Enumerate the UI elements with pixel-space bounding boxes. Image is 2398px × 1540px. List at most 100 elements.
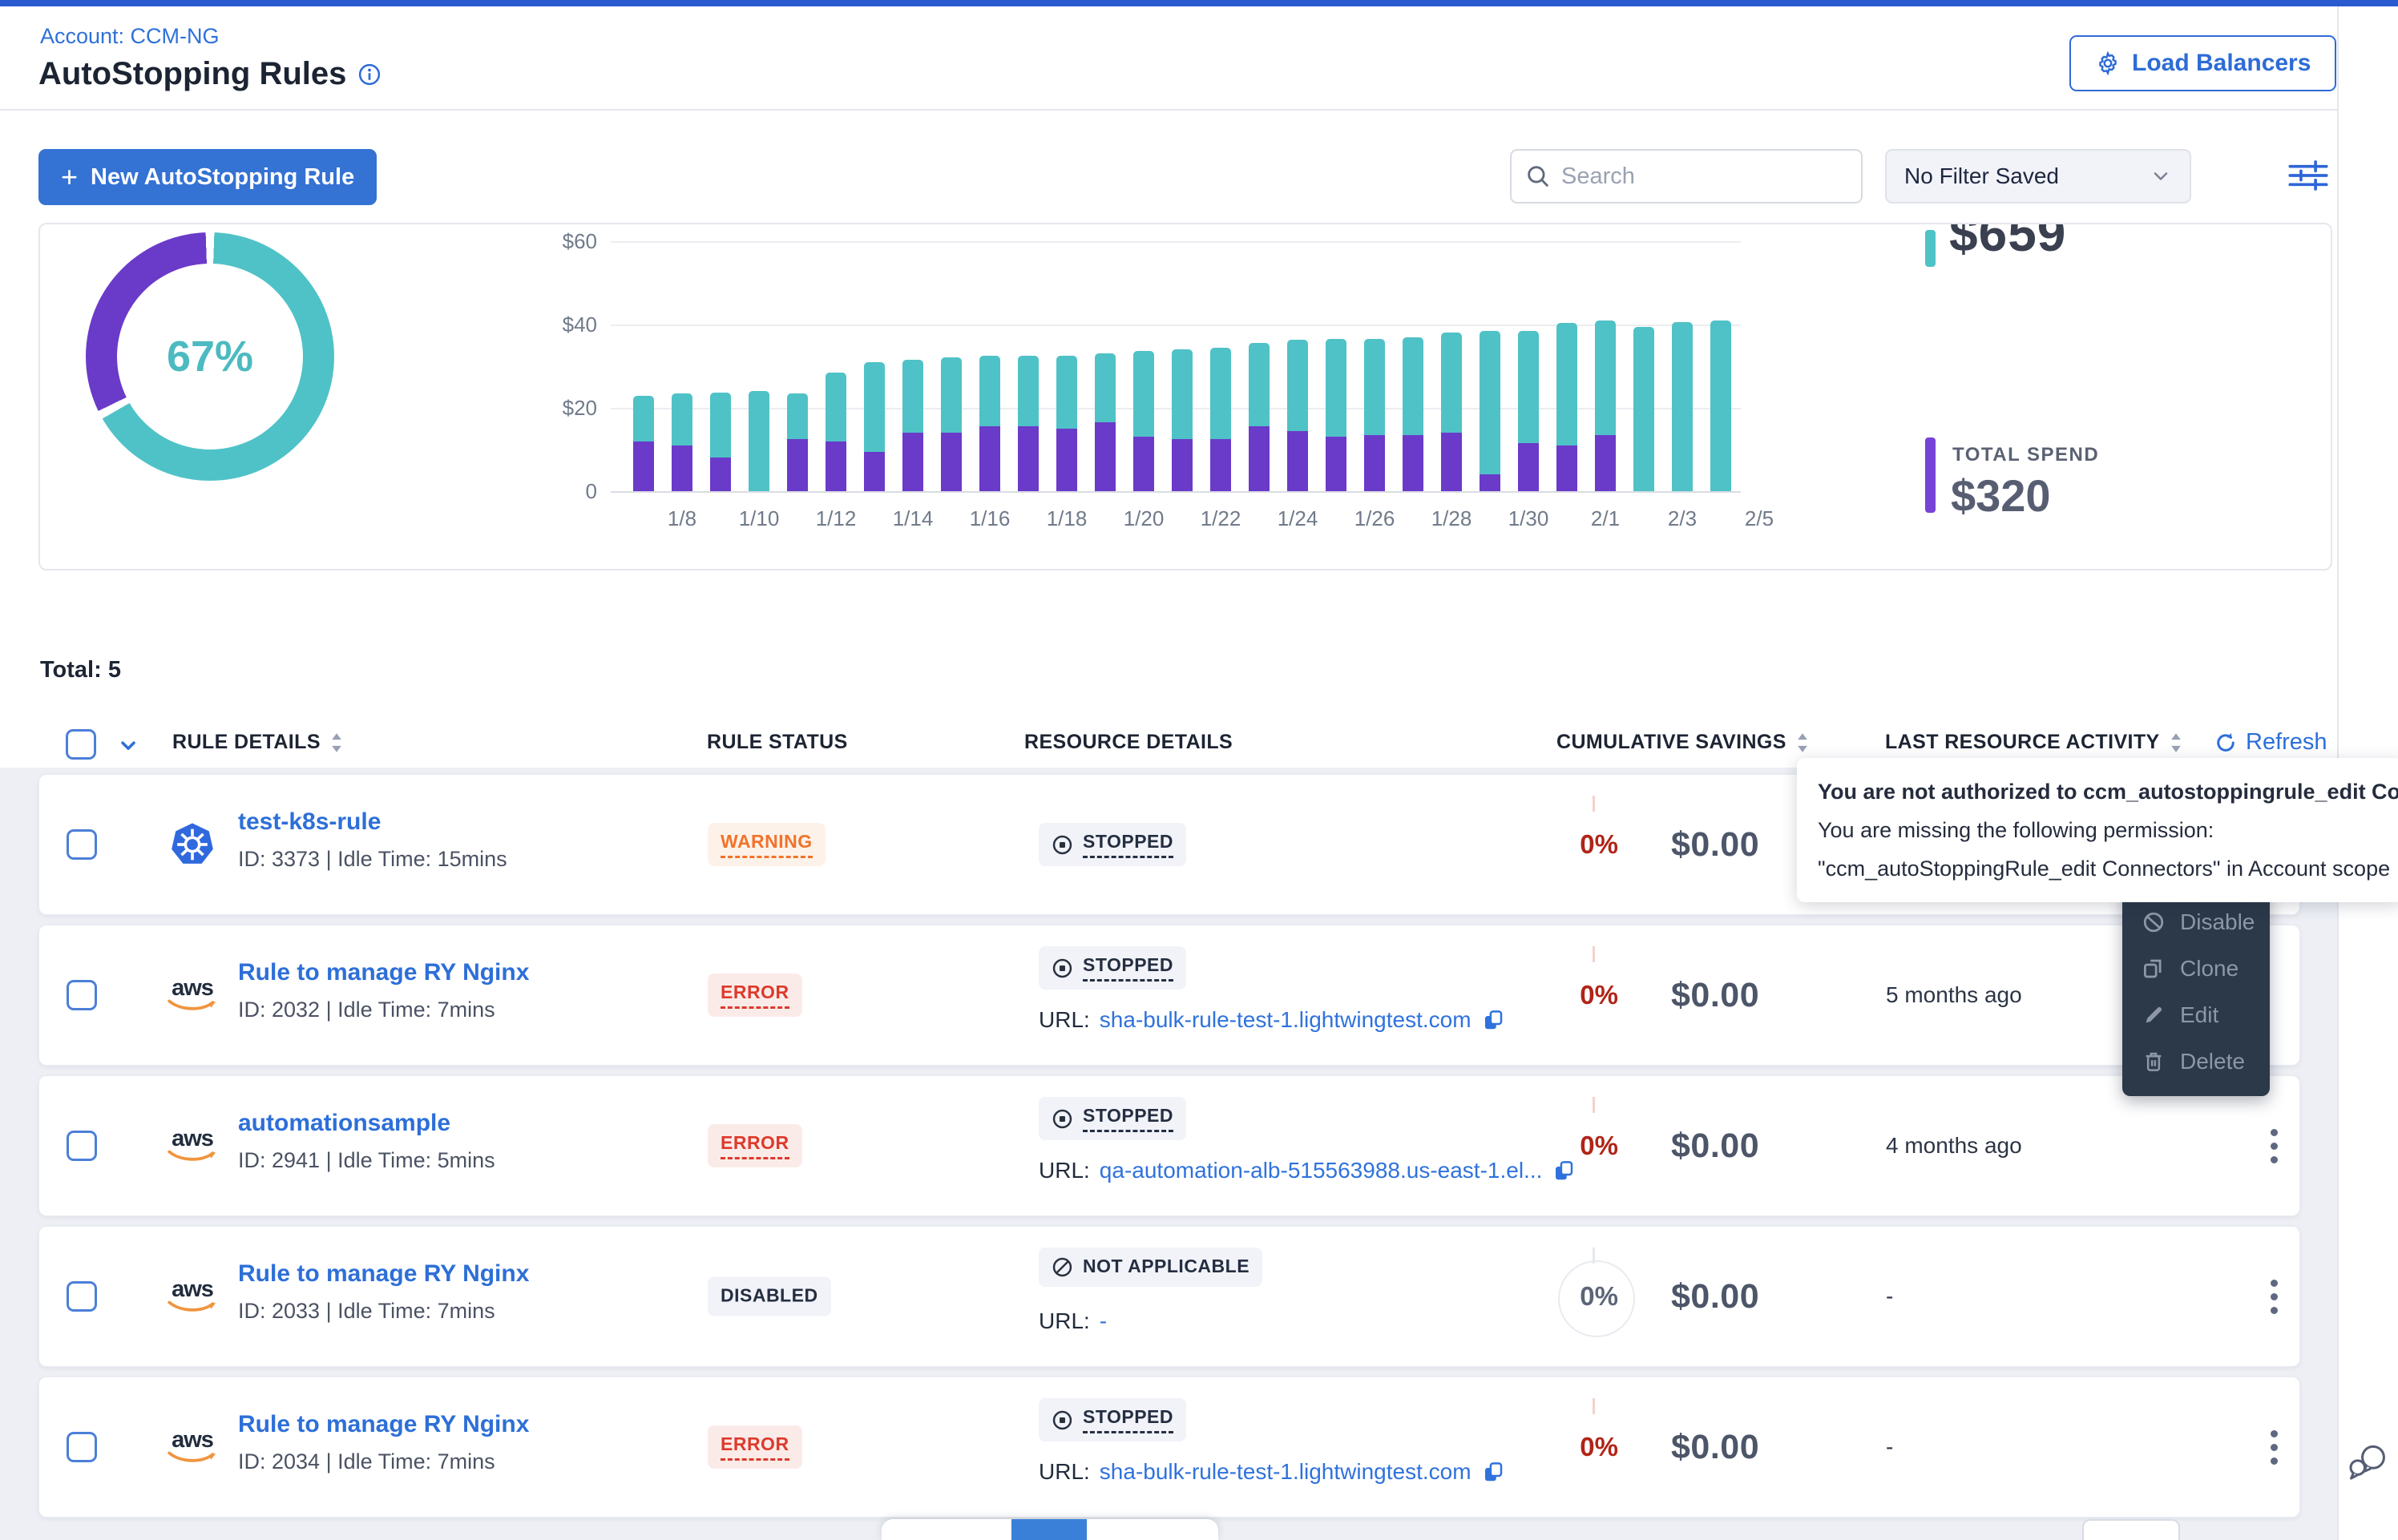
context-menu-item-clone[interactable]: Clone <box>2122 945 2270 992</box>
tooltip-line: "ccm_autoStoppingRule_edit Connectors" i… <box>1818 849 2384 888</box>
disable-icon <box>2142 910 2166 934</box>
autostopping-rules-page: Account: CCM-NG AutoStopping Rules Load … <box>0 0 2398 1540</box>
column-header-cumulative-savings[interactable]: CUMULATIVE SAVINGS <box>1556 731 1809 754</box>
row-menu-button[interactable] <box>2250 1117 2298 1175</box>
sort-icon[interactable] <box>330 732 343 753</box>
url-link[interactable]: sha-bulk-rule-test-1.lightwingtest.com <box>1100 1459 1472 1485</box>
context-menu-item-edit[interactable]: Edit <box>2122 992 2270 1038</box>
x-axis-tick: 2/1 <box>1569 506 1641 531</box>
load-balancers-label: Load Balancers <box>2132 50 2311 77</box>
kebab-dot <box>2271 1293 2278 1300</box>
url-link[interactable]: sha-bulk-rule-test-1.lightwingtest.com <box>1100 1007 1472 1033</box>
row-menu-button[interactable] <box>2250 1268 2298 1325</box>
x-axis-tick: 1/24 <box>1262 506 1334 531</box>
search-input[interactable] <box>1560 163 1848 191</box>
cumulative-savings-pct: 0% <box>1490 1076 1618 1215</box>
sort-icon[interactable] <box>2170 732 2182 753</box>
aws-smile <box>168 1300 217 1314</box>
rule-name-link[interactable]: Rule to manage RY Nginx <box>238 1411 529 1438</box>
x-axis-tick: 1/12 <box>800 506 872 531</box>
load-balancers-button[interactable]: Load Balancers <box>2069 35 2336 91</box>
aws-logo-text: aws <box>172 978 213 998</box>
bar-savings-1/31 <box>1556 323 1577 445</box>
status-badge-label: ERROR <box>721 1132 789 1159</box>
context-menu-label: Edit <box>2180 1002 2218 1028</box>
x-axis-tick: 2/5 <box>1723 506 1795 531</box>
bar-savings-1/19 <box>1095 353 1116 422</box>
filter-panel-button[interactable] <box>2287 157 2329 196</box>
pagination-control[interactable] <box>2082 1519 2180 1540</box>
bar-spend-1/27 <box>1403 435 1423 491</box>
resource-state-label: STOPPED <box>1083 831 1173 858</box>
rule-name-link[interactable]: Rule to manage RY Nginx <box>238 959 529 986</box>
new-autostopping-rule-button[interactable]: + New AutoStopping Rule <box>38 149 377 205</box>
x-axis-tick: 1/28 <box>1415 506 1488 531</box>
bar-savings-1/8 <box>672 393 692 445</box>
bar-savings-1/29 <box>1480 331 1500 474</box>
bar-savings-1/20 <box>1133 351 1154 437</box>
bar-spend-1/16 <box>979 426 1000 491</box>
sort-icon[interactable] <box>1796 732 1809 753</box>
aws-logo-text: aws <box>172 1279 213 1300</box>
status-badge: ERROR <box>708 974 802 1017</box>
rule-meta: ID: 2941 | Idle Time: 5mins <box>238 1148 495 1173</box>
table-row[interactable]: awsautomationsampleID: 2941 | Idle Time:… <box>38 1075 2300 1216</box>
gauge-tick <box>1593 1398 1595 1414</box>
bar-spend-1/19 <box>1095 422 1116 491</box>
rule-name-link[interactable]: Rule to manage RY Nginx <box>238 1260 529 1288</box>
sliders-icon <box>2288 159 2328 192</box>
saved-filter-select[interactable]: No Filter Saved <box>1885 149 2191 204</box>
table-row[interactable]: awsRule to manage RY NginxID: 2034 | Idl… <box>38 1377 2300 1518</box>
url-link[interactable]: - <box>1100 1308 1107 1334</box>
bar-spend-1/14 <box>902 433 923 491</box>
savings-chart-card: 67% $60$40$2001/81/101/121/141/161/181/2… <box>38 223 2332 570</box>
bulk-select-chevron-icon[interactable] <box>117 734 139 756</box>
last-activity: 5 months ago <box>1886 925 2022 1065</box>
row-checkbox[interactable] <box>67 829 97 860</box>
row-checkbox[interactable] <box>67 980 97 1010</box>
context-menu-item-delete[interactable]: Delete <box>2122 1038 2270 1085</box>
kebab-dot <box>2271 1143 2278 1150</box>
url-label: URL: <box>1039 1308 1090 1334</box>
pagination-active-page[interactable] <box>1011 1519 1087 1540</box>
search-box <box>1510 149 1863 204</box>
bar-spend-1/21 <box>1172 439 1193 491</box>
resource-state-badge: STOPPED <box>1039 1398 1186 1441</box>
stopped-icon <box>1052 1108 1073 1130</box>
chat-button[interactable] <box>2345 1442 2390 1487</box>
row-menu-button[interactable] <box>2250 1418 2298 1476</box>
bar-savings-1/27 <box>1403 337 1423 435</box>
aws-smile <box>168 1450 217 1465</box>
gridline <box>611 491 1741 493</box>
rule-name-link[interactable]: test-k8s-rule <box>238 808 381 836</box>
url-link[interactable]: qa-automation-alb-515563988.us-east-1.el… <box>1100 1158 1543 1183</box>
column-header-rule-details[interactable]: RULE DETAILS <box>172 731 343 754</box>
column-header-last-resource-activity[interactable]: LAST RESOURCE ACTIVITY <box>1885 731 2182 754</box>
bar-spend-1/22 <box>1210 439 1231 491</box>
bar-spend-1/17 <box>1018 426 1039 491</box>
row-checkbox[interactable] <box>67 1131 97 1161</box>
total-savings-marker <box>1925 230 1936 267</box>
column-header-rule-status: RULE STATUS <box>707 731 848 754</box>
table-row[interactable]: awsRule to manage RY NginxID: 2033 | Idl… <box>38 1226 2300 1367</box>
resource-url: URL:- <box>1039 1308 1107 1334</box>
bar-savings-1/30 <box>1518 331 1539 443</box>
tooltip-line: You are missing the following permission… <box>1818 811 2384 849</box>
rule-name-link[interactable]: automationsample <box>238 1110 450 1137</box>
column-label: CUMULATIVE SAVINGS <box>1556 731 1786 754</box>
x-axis-tick: 1/26 <box>1338 506 1411 531</box>
bar-savings-1/10 <box>749 391 769 491</box>
bar-savings-1/25 <box>1326 339 1346 437</box>
info-icon[interactable] <box>357 62 382 87</box>
table-row[interactable]: awsRule to manage RY NginxID: 2032 | Idl… <box>38 925 2300 1066</box>
refresh-button[interactable]: Refresh <box>2214 729 2327 756</box>
account-breadcrumb[interactable]: Account: CCM-NG <box>40 24 220 49</box>
context-menu-item-disable[interactable]: Disable <box>2122 899 2270 945</box>
bar-spend-1/18 <box>1056 429 1077 491</box>
pagination[interactable] <box>882 1519 1218 1540</box>
bar-savings-1/21 <box>1172 349 1193 439</box>
row-checkbox[interactable] <box>67 1432 97 1462</box>
row-checkbox[interactable] <box>67 1281 97 1312</box>
select-all-checkbox[interactable] <box>66 729 96 760</box>
aws-smile <box>168 1149 217 1163</box>
